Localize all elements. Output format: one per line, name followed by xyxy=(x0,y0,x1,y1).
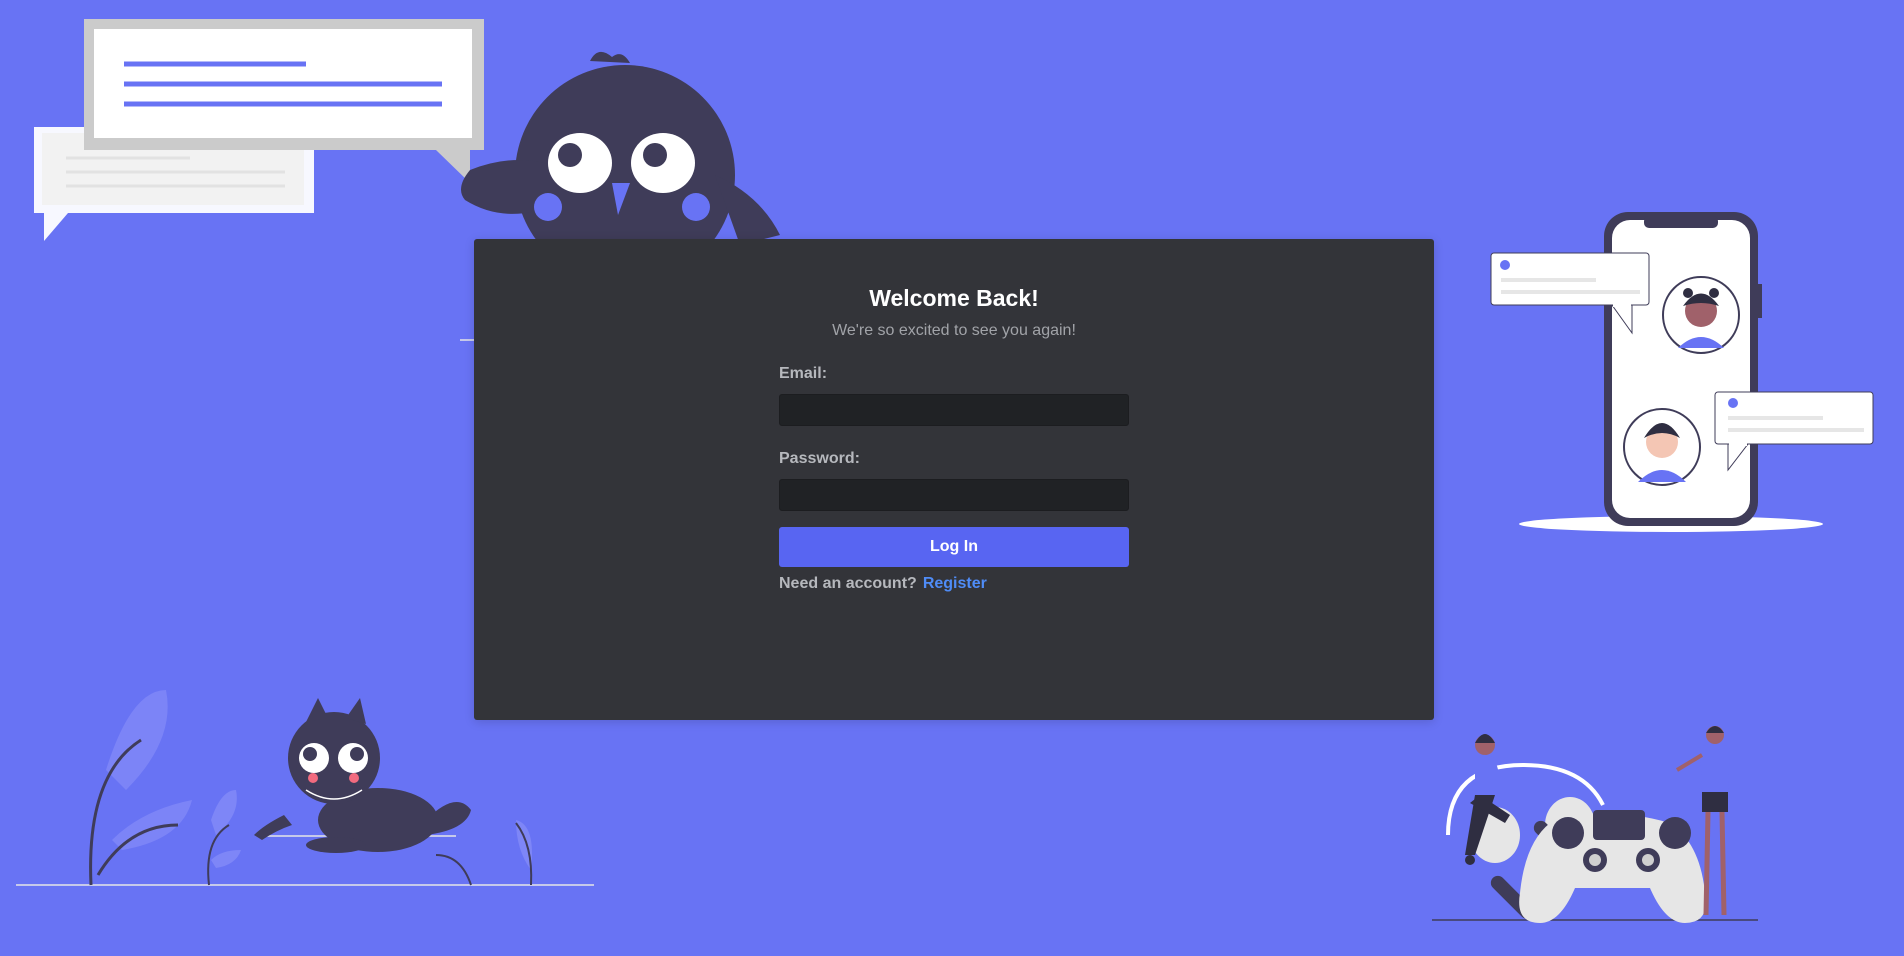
login-card: Welcome Back! We're so excited to see yo… xyxy=(474,239,1434,720)
register-row: Need an account? Register xyxy=(779,575,987,593)
page-subtitle: We're so excited to see you again! xyxy=(832,322,1076,339)
email-input[interactable] xyxy=(779,394,1129,426)
gamer-controller-illustration xyxy=(1432,726,1758,923)
email-label: Email: xyxy=(779,365,828,382)
chat-bubbles-illustration xyxy=(34,19,484,241)
register-prompt: Need an account? xyxy=(779,575,917,592)
page-title: Welcome Back! xyxy=(869,285,1039,311)
bird-mascot-illustration xyxy=(461,51,780,255)
password-label: Password: xyxy=(779,450,860,467)
register-link[interactable]: Register xyxy=(923,575,987,592)
cat-mascot-illustration xyxy=(16,690,594,886)
login-button[interactable]: Log In xyxy=(779,527,1129,567)
password-input[interactable] xyxy=(779,479,1129,511)
phone-chat-illustration xyxy=(1490,212,1874,532)
